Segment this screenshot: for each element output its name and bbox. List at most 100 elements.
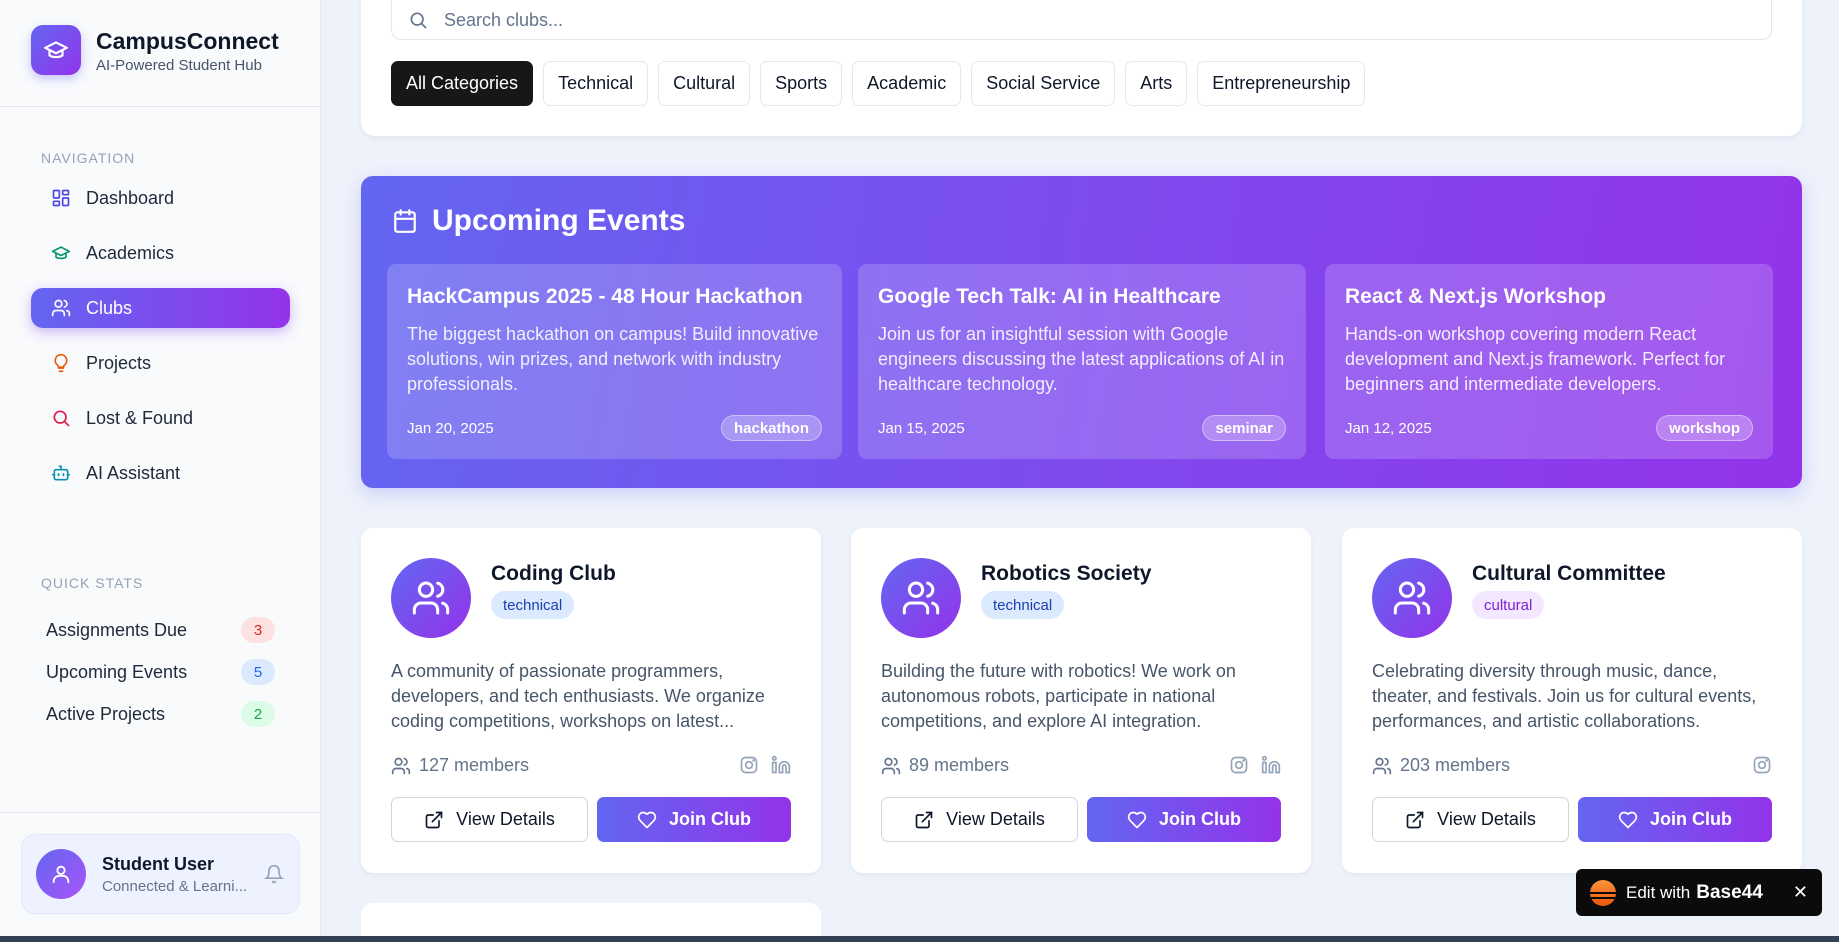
sidebar-item-academics[interactable]: Academics	[31, 233, 290, 273]
club-description: Celebrating diversity through music, dan…	[1372, 661, 1757, 731]
category-chip-social-service[interactable]: Social Service	[971, 61, 1116, 106]
event-date: Jan 12, 2025	[1345, 420, 1432, 437]
linkedin-icon[interactable]	[771, 755, 791, 775]
club-description: Building the future with robotics! We wo…	[881, 661, 1236, 731]
club-members: 127 members	[391, 755, 529, 776]
upcoming-events-panel: Upcoming Events HackCampus 2025 - 48 Hou…	[361, 176, 1802, 488]
event-card[interactable]: HackCampus 2025 - 48 Hour Hackathon The …	[387, 264, 842, 459]
badge-brand: Base44	[1696, 881, 1763, 903]
category-chip-entrepreneurship[interactable]: Entrepreneurship	[1197, 61, 1366, 106]
view-details-label: View Details	[456, 809, 555, 829]
nav-section-label: NAVIGATION	[41, 150, 136, 166]
category-chip-academic[interactable]: Academic	[852, 61, 962, 106]
event-description: Hands-on workshop covering modern React …	[1345, 324, 1726, 394]
users-icon	[881, 756, 901, 776]
stat-assignments-due[interactable]: Assignments Due 3	[31, 612, 281, 648]
users-icon	[391, 756, 411, 776]
sidebar-item-ai-assistant[interactable]: AI Assistant	[31, 453, 290, 493]
stat-active-projects[interactable]: Active Projects 2	[31, 696, 281, 732]
close-icon[interactable]: ✕	[1793, 882, 1808, 903]
divider	[0, 812, 321, 813]
join-club-button[interactable]: Join Club	[1578, 797, 1772, 842]
quick-stats-label: QUICK STATS	[41, 575, 144, 591]
quick-stats: Assignments Due 3 Upcoming Events 5 Acti…	[31, 612, 281, 738]
sidebar-item-label: Clubs	[86, 297, 133, 318]
category-filters: All Categories Technical Cultural Sports…	[391, 61, 1375, 106]
event-title: React & Next.js Workshop	[1345, 285, 1607, 308]
category-chip-cultural[interactable]: Cultural	[658, 61, 751, 106]
sidebar-item-projects[interactable]: Projects	[31, 343, 290, 383]
club-category-badge: cultural	[1472, 591, 1545, 619]
sidebar-item-lost-found[interactable]: Lost & Found	[31, 398, 290, 438]
instagram-icon[interactable]	[1229, 755, 1249, 775]
events-heading: Upcoming Events	[392, 204, 685, 238]
search-icon	[51, 408, 71, 428]
club-members: 203 members	[1372, 755, 1510, 776]
stat-upcoming-events[interactable]: Upcoming Events 5	[31, 654, 281, 690]
category-chip-technical[interactable]: Technical	[543, 61, 649, 106]
social-links	[1217, 755, 1281, 775]
join-club-button[interactable]: Join Club	[597, 797, 791, 842]
heart-icon	[1618, 810, 1638, 830]
event-description: The biggest hackathon on campus! Build i…	[407, 324, 819, 394]
join-club-label: Join Club	[1159, 809, 1241, 829]
sidebar-item-label: Dashboard	[86, 187, 175, 208]
stat-label: Upcoming Events	[46, 661, 188, 682]
base44-logo-icon	[1590, 879, 1616, 906]
view-details-button[interactable]: View Details	[391, 797, 588, 842]
category-chip-all[interactable]: All Categories	[391, 61, 534, 106]
club-members: 89 members	[881, 755, 1009, 776]
graduation-cap-icon	[51, 243, 71, 263]
brand[interactable]: CampusConnect AI-Powered Student Hub	[31, 25, 279, 75]
sidebar-item-label: Projects	[86, 352, 152, 373]
view-details-button[interactable]: View Details	[881, 797, 1078, 842]
club-name: Coding Club	[491, 562, 616, 585]
window-bottom-edge	[0, 936, 1839, 942]
club-description: A community of passionate programmers, d…	[391, 661, 765, 731]
event-date: Jan 20, 2025	[407, 420, 494, 437]
club-category-badge: technical	[491, 591, 575, 619]
stat-badge: 3	[241, 617, 275, 643]
users-icon	[1372, 756, 1392, 776]
users-icon	[51, 298, 71, 318]
view-details-label: View Details	[1437, 809, 1536, 829]
join-club-button[interactable]: Join Club	[1087, 797, 1281, 842]
search-box[interactable]	[391, 0, 1772, 40]
search-input[interactable]	[444, 9, 1644, 31]
club-card: Coding Club technical A community of pas…	[361, 528, 821, 873]
calendar-icon	[392, 208, 418, 234]
graduation-cap-logo-icon	[31, 25, 81, 75]
event-description: Join us for an insightful session with G…	[878, 324, 1285, 394]
social-links	[1740, 755, 1772, 775]
stat-badge: 5	[241, 659, 275, 685]
bell-icon[interactable]	[263, 863, 285, 885]
avatar	[36, 849, 86, 899]
event-card[interactable]: React & Next.js Workshop Hands-on worksh…	[1325, 264, 1773, 459]
event-title: HackCampus 2025 - 48 Hour Hackathon	[407, 285, 803, 308]
edit-with-base44-badge[interactable]: Edit with Base44 ✕	[1576, 869, 1822, 916]
instagram-icon[interactable]	[1752, 755, 1772, 775]
badge-text: Edit with	[1626, 882, 1691, 902]
view-details-button[interactable]: View Details	[1372, 797, 1569, 842]
search-icon	[408, 10, 428, 30]
club-name: Robotics Society	[981, 562, 1152, 585]
instagram-icon[interactable]	[739, 755, 759, 775]
sidebar-item-dashboard[interactable]: Dashboard	[31, 178, 290, 218]
external-link-icon	[424, 810, 444, 830]
users-icon	[881, 558, 961, 638]
users-icon	[1372, 558, 1452, 638]
users-icon	[391, 558, 471, 638]
linkedin-icon[interactable]	[1261, 755, 1281, 775]
user-profile-card[interactable]: Student User Connected & Learni...	[21, 834, 300, 914]
member-count: 127 members	[419, 755, 530, 775]
event-tag: hackathon	[720, 415, 822, 441]
bot-icon	[51, 463, 71, 483]
club-name: Cultural Committee	[1472, 562, 1666, 585]
sidebar-item-clubs[interactable]: Clubs	[31, 288, 290, 328]
stat-badge: 2	[241, 701, 275, 727]
category-chip-sports[interactable]: Sports	[760, 61, 843, 106]
event-card[interactable]: Google Tech Talk: AI in Healthcare Join …	[858, 264, 1306, 459]
club-card: Cultural Committee cultural Celebrating …	[1342, 528, 1802, 873]
search-filter-panel: All Categories Technical Cultural Sports…	[361, 0, 1802, 136]
category-chip-arts[interactable]: Arts	[1125, 61, 1188, 106]
